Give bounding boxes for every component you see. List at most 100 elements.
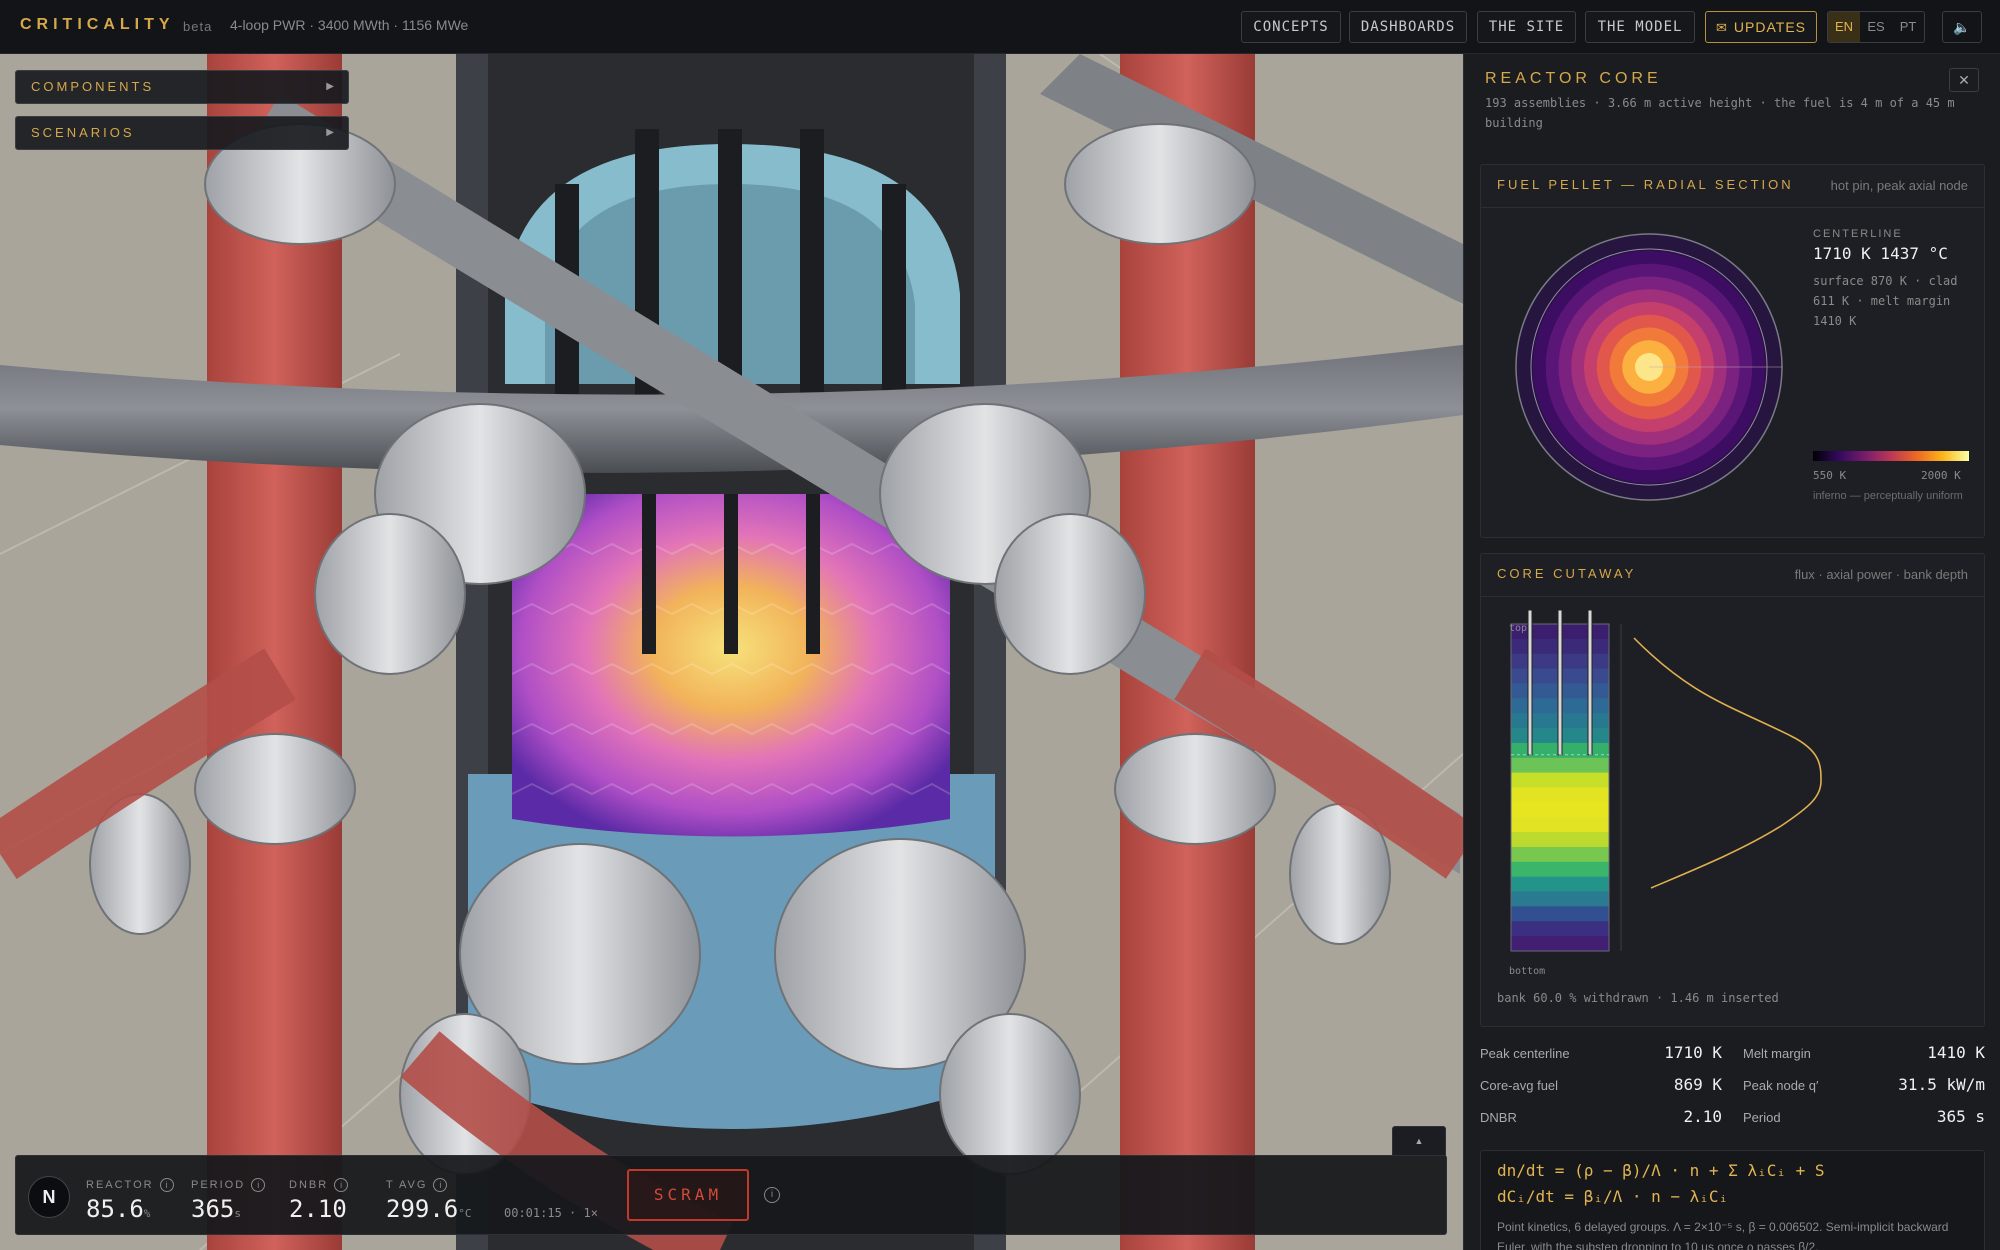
reactor-3d-viewport[interactable]: COMPONENTS ▶ SCENARIOS ▶	[0, 54, 1463, 1250]
tavg-metric: T AVG i 299.6°C	[386, 1178, 472, 1223]
updates-button[interactable]: ✉ UPDATES	[1705, 11, 1817, 43]
centerline-detail: surface 870 K · clad 611 K · melt margin…	[1813, 274, 1958, 328]
nav-concepts-button[interactable]: CONCEPTS	[1241, 11, 1341, 43]
control-rod	[1527, 609, 1533, 756]
chevron-up-icon: ▲	[1414, 1136, 1424, 1146]
fuel-pellet-heading: FUEL PELLET — RADIAL SECTION	[1497, 177, 1794, 192]
panel-title: REACTOR CORE	[1485, 70, 1662, 87]
axial-flux-band	[1511, 832, 1609, 848]
axial-flux-band	[1511, 936, 1609, 952]
lang-en-button[interactable]: EN	[1828, 12, 1860, 42]
status-bar: N REACTOR i 85.6% PERIOD i 365s DNBR i 2.10…	[15, 1155, 1447, 1235]
reactor-unit: %	[143, 1207, 151, 1220]
speaker-mute-icon: 🔈	[1953, 19, 1971, 35]
updates-label: UPDATES	[1733, 19, 1806, 35]
stat-label: Melt margin	[1743, 1046, 1811, 1061]
dnbr-label: DNBR	[289, 1178, 329, 1191]
brand-logo[interactable]: N	[28, 1176, 70, 1218]
mail-icon: ✉	[1716, 20, 1728, 35]
colorbar-min-label: 550 K	[1813, 469, 1847, 482]
stat-value: 869 K	[1673, 1075, 1722, 1094]
control-rod	[1587, 609, 1593, 756]
scram-button[interactable]: SCRAM	[627, 1169, 749, 1221]
divider	[1481, 207, 1984, 208]
reactor-label: REACTOR	[86, 1178, 154, 1191]
axial-flux-band	[1511, 906, 1609, 922]
core-cutaway-note: flux · axial power · bank depth	[1794, 567, 1968, 582]
stat-label: Peak centerline	[1480, 1046, 1570, 1061]
bottom-label: bottom	[1509, 966, 1545, 976]
top-bar: CRITICALITY beta 4-loop PWR · 3400 MWth …	[0, 0, 2000, 54]
mute-button[interactable]: 🔈	[1942, 11, 1982, 43]
chevron-right-icon: ▶	[326, 81, 334, 92]
inferno-colorbar	[1813, 451, 1969, 461]
pellet-radial-section	[1515, 233, 1783, 501]
axial-flux-band	[1511, 802, 1609, 818]
fuel-pellet-card: FUEL PELLET — RADIAL SECTION hot pin, pe…	[1480, 164, 1985, 538]
dnbr-value: 2.10	[289, 1195, 347, 1223]
nav-the-model-button[interactable]: THE MODEL	[1585, 11, 1695, 43]
axial-flux-band	[1511, 817, 1609, 833]
components-label: COMPONENTS	[31, 79, 155, 94]
axial-flux-band	[1511, 757, 1609, 774]
nav-the-site-button[interactable]: THE SITE	[1477, 11, 1576, 43]
fuel-pellet-note: hot pin, peak axial node	[1830, 178, 1968, 193]
centerline-value: 1710 K 1437 °C	[1813, 244, 1948, 263]
reactor-scene-illustration	[0, 54, 1463, 1250]
components-menu[interactable]: COMPONENTS ▶	[15, 70, 349, 104]
info-icon[interactable]: i	[251, 1178, 266, 1192]
close-icon: ✕	[1958, 72, 1970, 88]
stat-label: Peak node q′	[1743, 1078, 1819, 1093]
reactor-value: 85.6	[86, 1195, 144, 1223]
reactor-power-metric: REACTOR i 85.6%	[86, 1178, 174, 1223]
core-cutaway-diagram: top bottom	[1509, 609, 1822, 976]
info-icon[interactable]: i	[334, 1178, 349, 1192]
scenarios-label: SCENARIOS	[31, 125, 135, 140]
divider	[1481, 596, 1984, 597]
lang-es-button[interactable]: ES	[1860, 12, 1892, 42]
stat-label: Core-avg fuel	[1480, 1078, 1559, 1093]
equation-neutron: dn/dt = (ρ − β)/Λ · n + Σ λᵢCᵢ + S	[1497, 1161, 1825, 1180]
axial-flux-band	[1511, 921, 1609, 937]
info-icon[interactable]: i	[764, 1187, 780, 1203]
colorbar-max-label: 2000 K	[1921, 469, 1961, 482]
plant-spec: 4-loop PWR · 3400 MWth · 1156 MWe	[230, 17, 469, 33]
core-cutaway-card: CORE CUTAWAY flux · axial power · bank d…	[1480, 553, 1985, 1027]
point-kinetics-equations: dn/dt = (ρ − β)/Λ · n + Σ λᵢCᵢ + S dCᵢ/d…	[1480, 1150, 1985, 1250]
tavg-value: 299.6	[386, 1195, 459, 1223]
stat-value: 31.5 kW/m	[1898, 1075, 1985, 1094]
stat-value: 1710 K	[1664, 1043, 1722, 1062]
language-switcher: EN ES PT	[1827, 11, 1925, 43]
lang-pt-button[interactable]: PT	[1892, 12, 1924, 42]
top-label: top	[1509, 623, 1527, 634]
close-button[interactable]: ✕	[1949, 68, 1979, 92]
axial-flux-band	[1511, 876, 1609, 893]
equation-note: Point kinetics, 6 delayed groups. Λ = 2×…	[1497, 1220, 1949, 1250]
axial-power-profile	[1633, 637, 1822, 889]
axial-flux-band	[1511, 846, 1609, 863]
period-metric: PERIOD i 365s	[191, 1178, 266, 1223]
axial-flux-band	[1511, 891, 1609, 907]
period-unit: s	[234, 1207, 241, 1220]
dnbr-metric: DNBR i 2.10	[289, 1178, 349, 1223]
axial-flux-band	[1511, 772, 1609, 788]
stat-label: DNBR	[1480, 1110, 1517, 1125]
sim-clock: 00:01:15 · 1×	[504, 1206, 598, 1220]
centerline-label: CENTERLINE	[1813, 228, 1903, 240]
reactor-core-panel: REACTOR CORE ✕ 193 assemblies · 3.66 m a…	[1463, 54, 2000, 1250]
info-icon[interactable]: i	[159, 1178, 174, 1192]
axial-flux-band	[1511, 861, 1609, 878]
core-cutaway-heading: CORE CUTAWAY	[1497, 566, 1637, 581]
equation-precursor: dCᵢ/dt = βᵢ/Λ · n − λᵢCᵢ	[1497, 1187, 1729, 1206]
expand-status-button[interactable]: ▲	[1392, 1126, 1446, 1156]
scenarios-menu[interactable]: SCENARIOS ▶	[15, 116, 349, 150]
panel-subtitle: 193 assemblies · 3.66 m active height · …	[1485, 96, 1955, 130]
colorbar-note: inferno — perceptually uniform	[1813, 490, 1963, 502]
period-value: 365	[191, 1195, 235, 1223]
tavg-unit: °C	[458, 1207, 472, 1220]
stat-value: 1410 K	[1927, 1043, 1985, 1062]
app-title: CRITICALITY	[20, 16, 175, 33]
info-icon[interactable]: i	[433, 1178, 448, 1192]
nav-dashboards-button[interactable]: DASHBOARDS	[1349, 11, 1467, 43]
control-rod	[1557, 609, 1563, 756]
